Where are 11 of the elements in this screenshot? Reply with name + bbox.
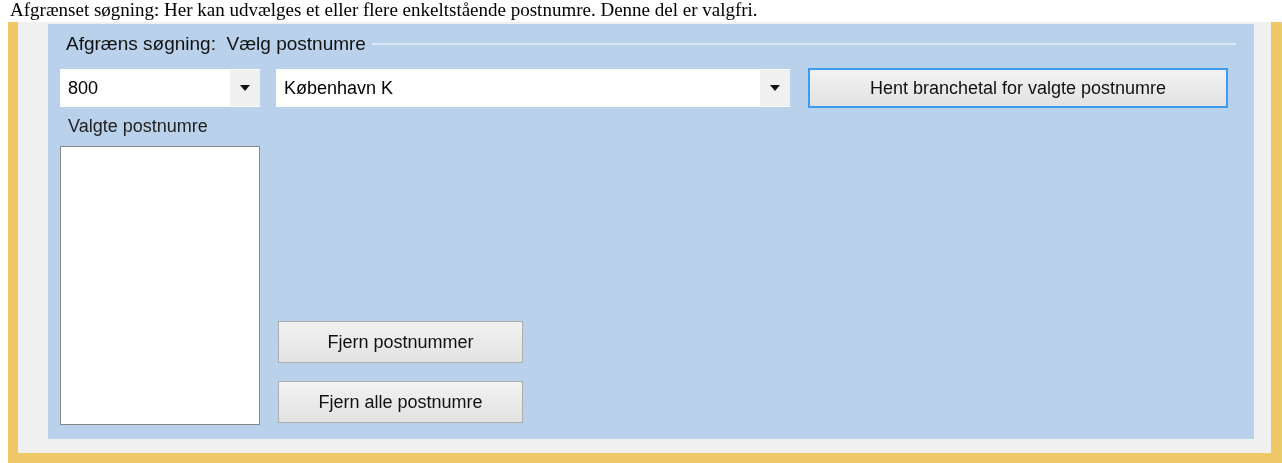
postcode-dropdown[interactable]: 800 (60, 69, 260, 107)
remove-button[interactable]: Fjern postnummer (278, 321, 523, 363)
selected-postcodes-list[interactable] (60, 146, 260, 425)
dropdown-caret-icon (770, 85, 780, 91)
fetch-button[interactable]: Hent branchetal for valgte postnumre (808, 68, 1228, 108)
dropdown-caret-icon (240, 85, 250, 91)
group-title: Afgræns søgning: Vælg postnumre (66, 33, 366, 55)
remove-button[interactable]: Fjern alle postnumre (278, 381, 523, 423)
city-dropdown[interactable]: København K (276, 69, 790, 107)
list-label: Valgte postnumre (68, 116, 209, 138)
instruction-text: Afgrænset søgning: Her kan udvælges et eller flere enkeltstående postnumre. Denne del er valgfri. (9, 0, 759, 22)
